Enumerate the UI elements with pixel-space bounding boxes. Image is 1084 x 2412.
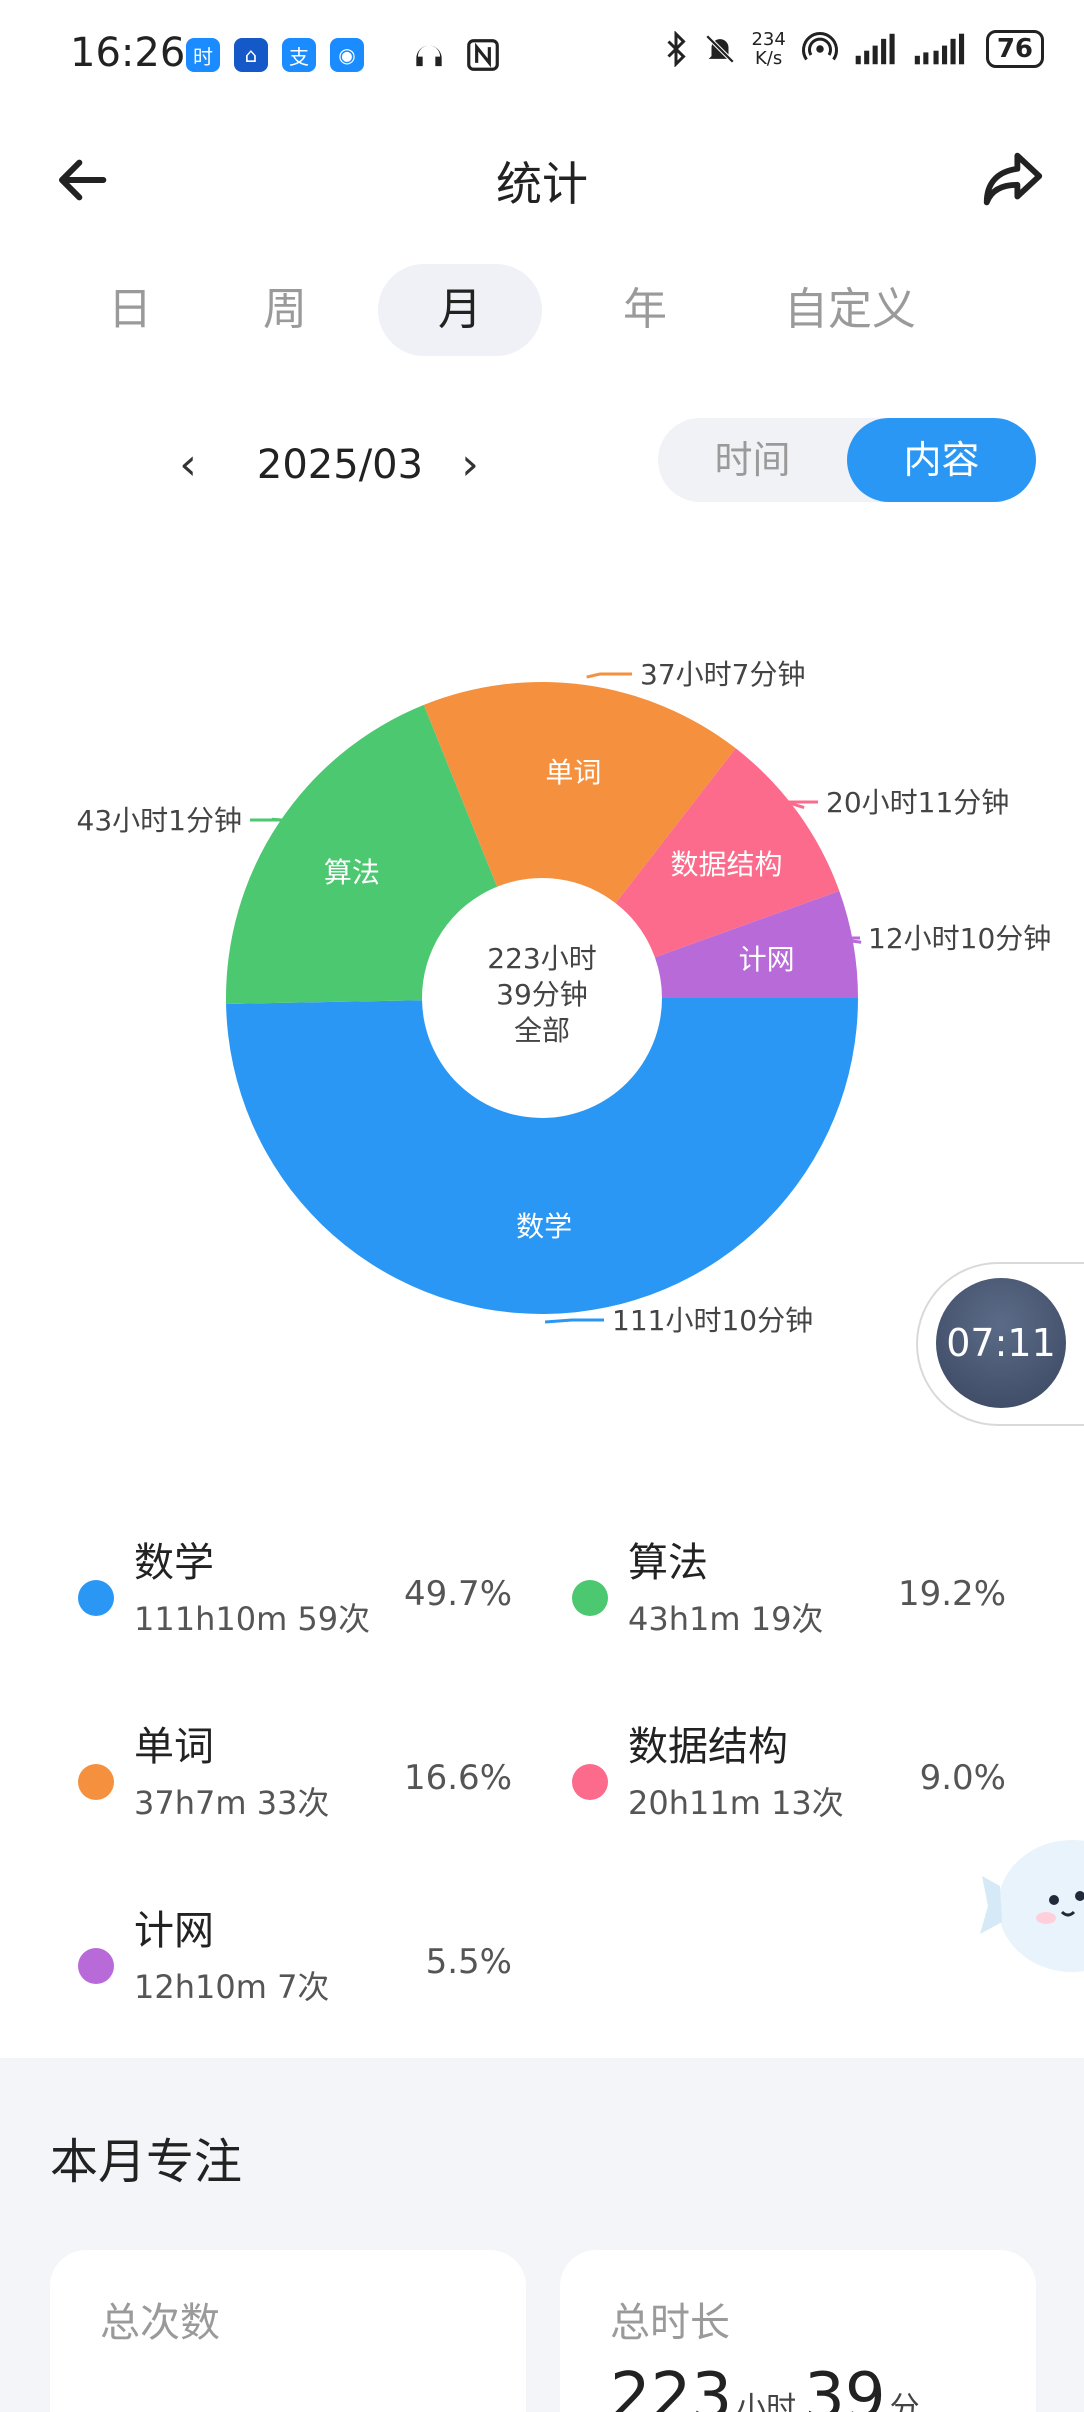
leader-line [250,817,283,822]
legend-percent: 16.6% [403,1758,512,1798]
legend-item[interactable]: 数据结构 20h11m 13次 9.0% [572,1714,1006,1834]
total-count-card[interactable]: 总次数 [50,2250,526,2412]
status-bar: 16:26 时 ⌂ 支 ◉ 234 K/s 76 [0,0,1084,110]
headphones-icon [416,45,442,67]
toggle-content[interactable]: 内容 [847,418,1036,502]
legend-item[interactable]: 计网 12h10m 7次 5.5% [78,1898,512,2018]
legend-name: 计网 [134,1908,214,1954]
leader-line [586,672,632,679]
duration-minutes: 39 [804,2360,886,2412]
legend-percent: 19.2% [897,1574,1006,1614]
tab-day[interactable]: 日 [70,264,190,356]
slice-value-label: 43小时1分钟 [77,804,242,837]
leader-line [544,1318,604,1324]
tab-month[interactable]: 月 [378,264,542,356]
previous-month-button[interactable]: ‹ [158,430,218,500]
legend-percent: 5.5% [425,1942,512,1982]
page-title: 统计 [496,157,588,211]
next-month-button[interactable]: › [440,430,500,500]
legend-percent: 49.7% [403,1574,512,1614]
bluetooth-icon [667,31,687,67]
legend-color-dot [78,1948,114,1984]
legend-detail: 37h7m 33次 [134,1784,330,1822]
app-header: 统计 [0,120,1084,240]
legend-color-dot [78,1764,114,1800]
mascot-whale-icon[interactable] [976,1826,1084,1986]
duration-value: 223 小时 39 分 [610,2360,928,2412]
toggle-time[interactable]: 时间 [658,418,847,502]
center-total-label: 223小时 [487,942,596,975]
share-icon[interactable] [978,144,1048,214]
hotspot-icon [801,32,838,61]
duration-minutes-unit: 分 [889,2391,920,2412]
legend-detail: 43h1m 19次 [628,1600,824,1638]
section-title: 本月专注 [50,2134,243,2190]
slice-value-label: 111小时10分钟 [612,1304,813,1337]
card-label: 总次数 [100,2300,220,2346]
slice-label: 数学 [516,1210,572,1243]
speed-unit: K/s [755,48,783,69]
speed-value: 234 [751,29,786,50]
signal-icon-2 [914,33,964,65]
tab-custom[interactable]: 自定义 [750,264,950,356]
battery-indicator: 76 [985,30,1044,68]
status-app-icons: 时 ⌂ 支 ◉ [186,38,364,72]
card-label: 总时长 [610,2300,730,2346]
period-tabs: 日 周 月 年 自定义 [70,264,1010,356]
slice-value-label: 37小时7分钟 [640,658,805,691]
view-toggle: 时间 内容 [658,418,1036,502]
legend-color-dot [572,1764,608,1800]
legend-color-dot [572,1580,608,1616]
donut-chart: 数学 111小时10分钟 算法 43小时1分钟 单词 37小时7分钟数据结构 20小时11分… [0,620,1084,1340]
slice-label: 数据结构 [670,848,782,881]
legend-name: 单词 [134,1724,214,1770]
message-notification-icon: ◉ [330,38,364,72]
monthly-focus-section: 本月专注 总次数 总时长 223 小时 39 分 [0,2058,1084,2412]
legend-detail: 20h11m 13次 [628,1784,844,1822]
current-month-label[interactable]: 2025/03 [230,430,450,500]
slice-label: 算法 [324,856,380,889]
app-notification-icon: 时 [186,38,220,72]
tab-week[interactable]: 周 [230,264,340,356]
legend-detail: 12h10m 7次 [134,1968,330,2006]
legend-detail: 111h10m 59次 [134,1600,371,1638]
duration-hours-unit: 小时 [736,2391,797,2412]
legend-item[interactable]: 算法 43h1m 19次 19.2% [572,1530,1006,1650]
tab-year[interactable]: 年 [590,264,700,356]
legend-name: 数据结构 [628,1724,788,1770]
mute-bell-icon [706,34,735,64]
legend-name: 算法 [628,1540,708,1586]
total-duration-card[interactable]: 总时长 223 小时 39 分 [560,2250,1036,2412]
legend-color-dot [78,1580,114,1616]
center-total-label: 全部 [514,1014,570,1047]
status-left-icons [410,36,502,74]
slice-value-label: 20小时11分钟 [826,786,1009,819]
app-notification-icon: ⌂ [234,38,268,72]
duration-hours: 223 [610,2360,733,2412]
floating-timer[interactable]: 07:11 [916,1262,1084,1426]
timer-display[interactable]: 07:11 [936,1278,1066,1408]
slice-label: 计网 [739,943,795,976]
network-speed: 234 K/s [751,30,785,68]
legend-item[interactable]: 单词 37h7m 33次 16.6% [78,1714,512,1834]
slice-value-label: 12小时10分钟 [868,922,1051,955]
slice-label: 单词 [545,756,601,789]
date-navigator: ‹ 2025/03 › [150,430,510,500]
legend-item[interactable]: 数学 111h10m 59次 49.7% [78,1530,512,1650]
status-time: 16:26 [70,30,186,76]
donut-chart-svg: 数学 111小时10分钟 算法 43小时1分钟 单词 37小时7分钟数据结构 20小时11分… [77,658,1052,1337]
center-total-label: 39分钟 [496,978,588,1011]
alipay-notification-icon: 支 [282,38,316,72]
legend-percent: 9.0% [919,1758,1006,1798]
signal-icon [855,33,895,65]
status-right-icons: 234 K/s 76 [663,30,1044,68]
legend-name: 数学 [134,1540,214,1586]
nfc-icon [467,39,499,71]
